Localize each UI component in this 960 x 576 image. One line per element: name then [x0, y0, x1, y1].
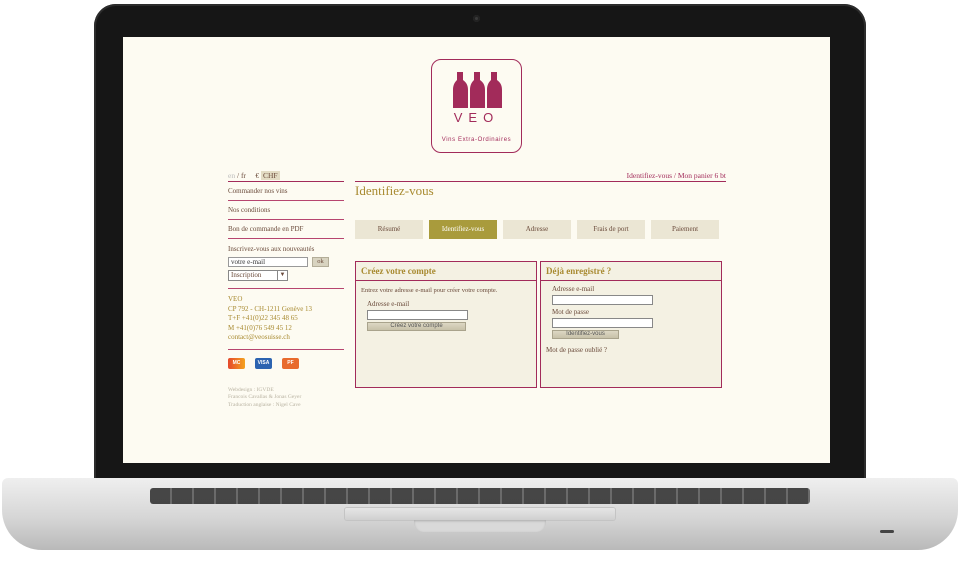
currency-eur[interactable]: € [255, 171, 259, 180]
status-led [880, 530, 894, 533]
site-logo[interactable]: VEO Vins Extra-Ordinaires [431, 59, 522, 153]
sidebar: en / fr € CHF Commander nos vins Nos con… [228, 170, 344, 409]
camera-icon [473, 15, 480, 22]
sidebar-link-order[interactable]: Commander nos vins [228, 182, 344, 201]
newsletter-select-value: Inscription [231, 271, 262, 279]
login-email-label: Adresse e-mail [552, 285, 595, 293]
checkout-steps: Résumé Identifiez-vous Adresse Frais de … [355, 220, 719, 239]
currency-chf[interactable]: CHF [260, 171, 280, 180]
sidebar-link-conditions[interactable]: Nos conditions [228, 201, 344, 220]
language-currency-bar: en / fr € CHF [228, 170, 344, 182]
mastercard-icon: MC [228, 357, 245, 369]
login-panel: Déjà enregistré ? Adresse e-mail Mot de … [540, 261, 722, 388]
contact-company: VEO [228, 295, 243, 303]
keyboard [150, 488, 810, 504]
page-title: Identifiez-vous [355, 183, 434, 198]
newsletter-label: Inscrivez-vous aux nouveautés [228, 245, 315, 253]
login-title: Déjà enregistré ? [541, 262, 721, 281]
sidebar-divider [228, 288, 344, 289]
step-summary[interactable]: Résumé [355, 220, 423, 239]
credit-translation: Traduction anglaise : Nigel Cave [228, 401, 301, 408]
chevron-down-icon: ▼ [277, 271, 287, 280]
newsletter-row: votre e-mail ok [228, 257, 344, 267]
logo-name: VEO [453, 110, 500, 125]
wine-bottles-icon [453, 72, 502, 108]
forgot-password-link[interactable]: Mot de passe oublié ? [546, 346, 721, 354]
newsletter-select[interactable]: Inscription ▼ [228, 270, 288, 281]
step-login[interactable]: Identifiez-vous [429, 220, 497, 239]
payment-cards: MC VISA PF [228, 348, 344, 369]
lid-notch [414, 520, 546, 532]
login-email-input[interactable] [552, 295, 653, 305]
login-button[interactable]: Identifiez-vous [552, 330, 619, 339]
create-email-input[interactable] [367, 310, 468, 320]
postfinance-icon: PF [282, 357, 299, 369]
newsletter-ok-button[interactable]: ok [312, 257, 329, 267]
contact-phone-fax: T+F +41(0)22 345 48 65 [228, 314, 298, 322]
create-account-title: Créez votre compte [356, 262, 536, 281]
login-password-input[interactable] [552, 318, 653, 328]
lang-fr[interactable]: fr [241, 171, 246, 180]
contact-address: CP 792 - CH-1211 Genève 13 [228, 304, 313, 313]
screen: VEO Vins Extra-Ordinaires en / fr € CHF … [123, 37, 830, 463]
credit-webdesign: Webdesign : IGVDE [228, 386, 274, 393]
logo-subtitle: Vins Extra-Ordinaires [441, 137, 512, 143]
create-account-text: Entrez votre adresse e-mail pour créer v… [361, 287, 498, 294]
login-password-label: Mot de passe [552, 308, 589, 316]
create-account-panel: Créez votre compte Entrez votre adresse … [355, 261, 537, 388]
top-bar: Identifiez-vous / Mon panier 6 bt [355, 170, 726, 182]
contact-block: VEO CP 792 - CH-1211 Genève 13 T+F +41(0… [228, 295, 344, 343]
contact-email-link[interactable]: contact@veosuisse.ch [228, 333, 344, 343]
sidebar-link-pdf-order[interactable]: Bon de commande en PDF [228, 220, 344, 239]
contact-mobile: M +41(0)76 549 45 12 [228, 323, 292, 332]
step-shipping[interactable]: Frais de port [577, 220, 645, 239]
visa-icon: VISA [255, 357, 272, 369]
credits: Webdesign : IGVDE Francois Cavallas & Jo… [228, 387, 344, 410]
trackpad [345, 508, 615, 520]
create-email-label: Adresse e-mail [367, 300, 410, 308]
create-account-button[interactable]: Créez votre compte [367, 322, 466, 331]
newsletter-email-input[interactable]: votre e-mail [228, 257, 308, 267]
credit-authors: Francois Cavallas & Jonas Geyer [228, 394, 302, 400]
account-cart-links[interactable]: Identifiez-vous / Mon panier 6 bt [627, 171, 726, 180]
step-address[interactable]: Adresse [503, 220, 571, 239]
step-payment[interactable]: Paiement [651, 220, 719, 239]
